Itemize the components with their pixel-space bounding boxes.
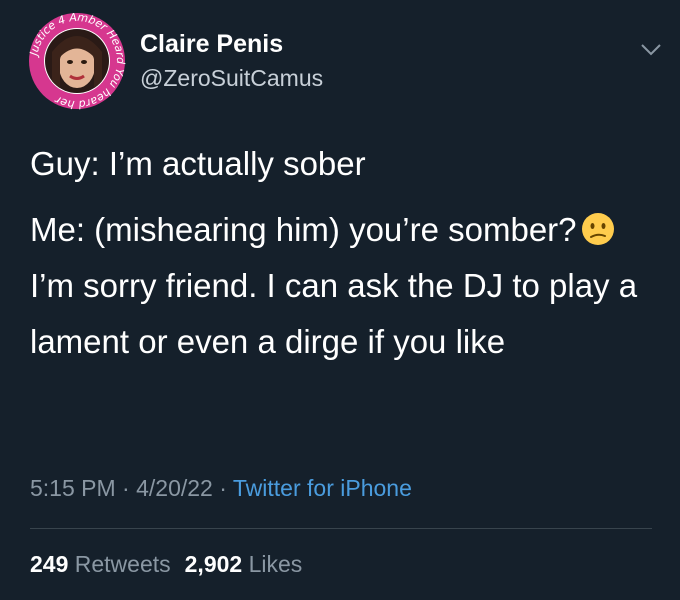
- confused-face-icon: [581, 213, 614, 245]
- tweet-stats: 249 Retweets 2,902 Likes: [30, 551, 302, 578]
- meta-separator: ·: [122, 475, 130, 501]
- avatar[interactable]: Justice 4 Amber Heard You heard her: [28, 12, 126, 110]
- tweet-text: Guy: I’m actually sober Me: (mishearing …: [30, 136, 660, 370]
- tweet-line-1: Guy: I’m actually sober: [30, 145, 366, 182]
- author-handle[interactable]: @ZeroSuitCamus: [140, 65, 323, 92]
- retweets-count: 249: [30, 551, 69, 577]
- chevron-down-icon[interactable]: [638, 36, 664, 62]
- tweet-time[interactable]: 5:15 PM: [30, 475, 116, 501]
- tweet-meta: 5:15 PM · 4/20/22 · Twitter for iPhone: [30, 475, 412, 502]
- tweet-date[interactable]: 4/20/22: [136, 475, 213, 501]
- likes-count: 2,902: [184, 551, 243, 577]
- retweets-stat[interactable]: 249 Retweets: [30, 551, 171, 577]
- divider: [30, 528, 652, 529]
- avatar-image: Justice 4 Amber Heard You heard her: [28, 12, 126, 110]
- retweets-label: Retweets: [74, 551, 171, 577]
- tweet-text-part-1: Me: (mishearing him) you’re somber?: [30, 211, 577, 248]
- tweet-source-link[interactable]: Twitter for iPhone: [233, 475, 412, 501]
- tweet-line-2: Me: (mishearing him) you’re somber? I’m …: [30, 202, 660, 370]
- author-display-name[interactable]: Claire Penis: [140, 30, 283, 59]
- likes-stat[interactable]: 2,902 Likes: [185, 551, 303, 577]
- tweet-header: Justice 4 Amber Heard You heard her Clai…: [28, 12, 668, 112]
- likes-label: Likes: [248, 551, 303, 577]
- meta-separator: ·: [219, 475, 227, 501]
- tweet-card: Justice 4 Amber Heard You heard her Clai…: [0, 0, 680, 600]
- tweet-text-part-2: I’m sorry friend. I can ask the DJ to pl…: [30, 267, 638, 360]
